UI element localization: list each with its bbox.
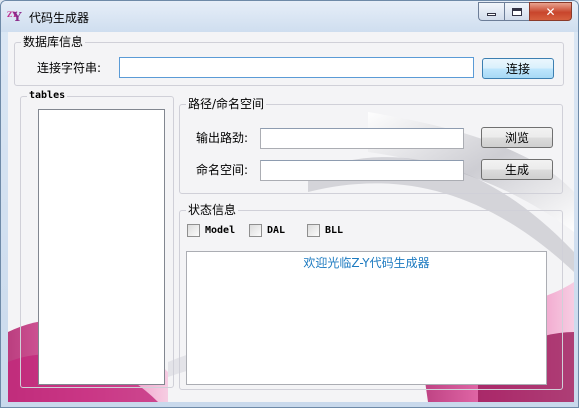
app-window: ZY Y 代码生成器 ✕ 数据库信息 连接字符串: 连接 tables 路径/命…: [0, 0, 579, 408]
bll-checkbox[interactable]: BLL: [307, 224, 345, 237]
dal-checkbox-box[interactable]: [249, 224, 262, 237]
minimize-button[interactable]: [478, 2, 504, 21]
status-info-title: 状态信息: [186, 203, 239, 217]
maximize-icon: [512, 7, 522, 16]
browse-button[interactable]: 浏览: [481, 127, 553, 148]
welcome-message: 欢迎光临Z-Y代码生成器: [303, 256, 430, 270]
output-path-input[interactable]: [260, 128, 464, 149]
window-controls: ✕: [478, 2, 572, 22]
tables-title: tables: [27, 89, 68, 103]
window-title: 代码生成器: [29, 11, 90, 25]
close-button[interactable]: ✕: [529, 2, 572, 21]
tables-listbox[interactable]: [38, 109, 165, 385]
minimize-icon: [487, 13, 496, 16]
generate-button[interactable]: 生成: [481, 159, 553, 180]
namespace-label: 命名空间:: [196, 163, 249, 177]
dal-checkbox-label: DAL: [266, 225, 287, 236]
tables-group: tables: [20, 89, 174, 388]
model-checkbox[interactable]: Model: [187, 224, 237, 237]
dal-checkbox[interactable]: DAL: [249, 224, 287, 237]
title-bar[interactable]: ZY Y 代码生成器 ✕: [1, 1, 578, 32]
model-checkbox-label: Model: [204, 225, 237, 236]
connection-string-label: 连接字符串:: [37, 61, 102, 75]
model-checkbox-box[interactable]: [187, 224, 200, 237]
database-info-group: 数据库信息 连接字符串: 连接: [14, 35, 564, 86]
bll-checkbox-label: BLL: [324, 225, 345, 236]
output-path-label: 输出路劲:: [196, 131, 249, 145]
client-area: 数据库信息 连接字符串: 连接 tables 路径/命名空间 输出路劲: 浏览 …: [8, 32, 574, 402]
connection-string-input[interactable]: [119, 57, 474, 78]
connect-button[interactable]: 连接: [482, 58, 554, 79]
path-namespace-group: 路径/命名空间 输出路劲: 浏览 命名空间: 生成: [179, 97, 563, 194]
app-logo-icon: ZY Y: [7, 10, 22, 24]
status-message-box[interactable]: 欢迎光临Z-Y代码生成器: [186, 251, 547, 385]
close-icon: ✕: [545, 4, 556, 19]
path-namespace-title: 路径/命名空间: [186, 97, 267, 111]
bll-checkbox-box[interactable]: [307, 224, 320, 237]
status-info-group: 状态信息 Model DAL BLL 欢迎光临Z-Y代码生成器: [179, 203, 563, 390]
maximize-button[interactable]: [504, 2, 529, 21]
database-info-title: 数据库信息: [21, 35, 86, 49]
namespace-input[interactable]: [260, 160, 464, 181]
